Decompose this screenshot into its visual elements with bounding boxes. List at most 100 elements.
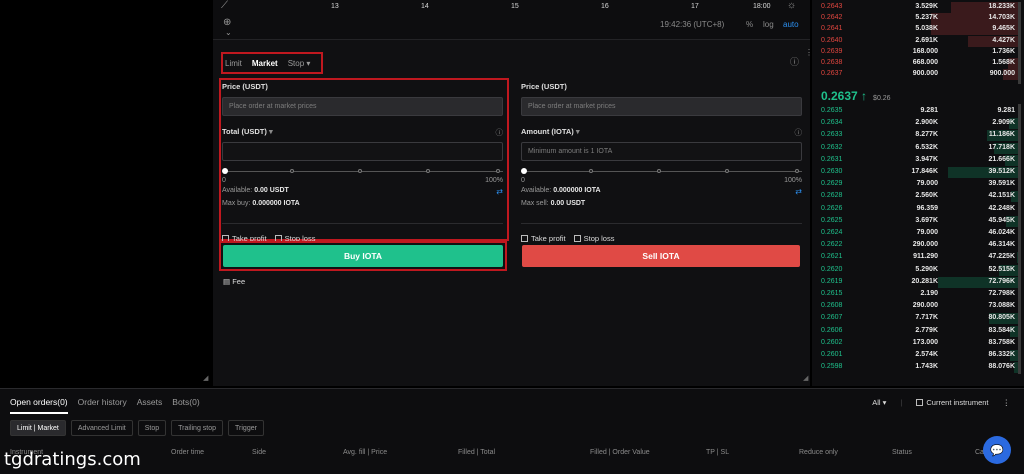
order-book-row[interactable]: 0.2624 79.000 46.024K bbox=[812, 227, 1024, 239]
order-book-row[interactable]: 0.2633 8.277K 11.186K bbox=[812, 129, 1024, 142]
help-icon[interactable]: ⓘ bbox=[496, 127, 504, 138]
row-amount: 79.000 bbox=[916, 180, 938, 188]
row-price: 0.2619 bbox=[821, 277, 843, 285]
slider-handle[interactable] bbox=[521, 168, 527, 174]
filter-advanced-limit[interactable]: Advanced Limit bbox=[70, 420, 133, 436]
order-book-row[interactable]: 0.2621 911.290 47.225K bbox=[812, 251, 1024, 264]
row-amount: 9.281 bbox=[920, 107, 938, 114]
asks-scrollbar[interactable] bbox=[1018, 2, 1021, 84]
tab-assets[interactable]: Assets bbox=[137, 397, 163, 414]
log-toggle[interactable]: log bbox=[763, 20, 774, 29]
all-dropdown[interactable]: All ▾ bbox=[872, 398, 886, 407]
tab-open-orders[interactable]: Open orders(0) bbox=[10, 397, 68, 414]
resize-handle-icon[interactable]: ◢ bbox=[203, 374, 208, 382]
stop-loss-checkbox[interactable]: Stop loss bbox=[573, 234, 614, 243]
tab-bots[interactable]: Bots(0) bbox=[172, 397, 199, 414]
order-book-row[interactable]: 0.2615 2.190 72.798K bbox=[812, 288, 1024, 300]
max-sell-line: Max sell: 0.00 USDT bbox=[521, 200, 802, 210]
amount-label[interactable]: Amount (IOTA) ▾ ⓘ bbox=[521, 127, 802, 137]
orders-panel: Open orders(0) Order history Assets Bots… bbox=[0, 388, 1024, 474]
order-book-row[interactable]: 0.2625 3.697K 45.945K bbox=[812, 215, 1024, 227]
order-book-row[interactable]: 0.2622 290.000 46.314K bbox=[812, 239, 1024, 252]
max-buy-value: 0.000000 IOTA bbox=[252, 200, 300, 207]
slider-max: 100% bbox=[485, 177, 503, 184]
filter-trigger[interactable]: Trigger bbox=[228, 420, 264, 436]
buy-price-field[interactable]: Place order at market prices bbox=[222, 97, 503, 116]
tab-order-history[interactable]: Order history bbox=[78, 397, 127, 414]
zoom-in-icon[interactable]: ⊕ bbox=[223, 17, 231, 28]
order-book-row[interactable]: 0.2601 2.574K 86.332K bbox=[812, 349, 1024, 361]
tab-market[interactable]: Market bbox=[252, 59, 278, 68]
chart-strip: ⟋ ⊕ ⌄ 13 14 15 16 17 18:00 ☼ 19:42:36 (U… bbox=[213, 0, 810, 40]
row-price: 0.2630 bbox=[821, 168, 843, 175]
fee-link[interactable]: ▤ Fee bbox=[223, 277, 245, 286]
help-icon[interactable]: ⓘ bbox=[790, 55, 799, 68]
settings-icon[interactable]: ☼ bbox=[787, 0, 796, 11]
order-book-row[interactable]: 0.2630 17.846K 39.512K bbox=[812, 166, 1024, 178]
buy-percent-slider[interactable] bbox=[222, 167, 503, 177]
current-instrument-checkbox[interactable]: Current instrument bbox=[916, 398, 989, 407]
help-icon[interactable]: ⓘ bbox=[795, 127, 803, 138]
swap-icon[interactable]: ⇄ bbox=[795, 187, 802, 196]
row-total: 1.736K bbox=[992, 47, 1015, 55]
chevron-down-icon: ▾ bbox=[306, 58, 311, 68]
order-book-row[interactable]: 0.2638 668.000 1.568K bbox=[812, 57, 1024, 69]
checkbox-icon bbox=[521, 235, 528, 242]
sell-amount-input[interactable]: Minimum amount is 1 IOTA bbox=[521, 142, 802, 161]
filter-limit-market[interactable]: Limit | Market bbox=[10, 420, 66, 436]
order-book-row[interactable]: 0.2602 173.000 83.758K bbox=[812, 337, 1024, 349]
filter-trailing-stop[interactable]: Trailing stop bbox=[171, 420, 224, 436]
filter-stop[interactable]: Stop bbox=[137, 420, 167, 436]
total-label[interactable]: Total (USDT) ▾ ⓘ bbox=[222, 127, 503, 137]
slider-handle[interactable] bbox=[222, 168, 228, 174]
total-label-text: Total (USDT) bbox=[222, 127, 267, 136]
row-price: 0.2606 bbox=[821, 326, 843, 334]
buy-total-input[interactable] bbox=[222, 142, 503, 161]
tab-limit[interactable]: Limit bbox=[225, 59, 242, 68]
order-book-row[interactable]: 0.2626 96.359 42.248K bbox=[812, 203, 1024, 215]
order-book-row[interactable]: 0.2631 3.947K 21.666K bbox=[812, 154, 1024, 166]
row-price: 0.2598 bbox=[821, 363, 843, 371]
price-label: Price (USDT) bbox=[222, 82, 268, 91]
order-book-row[interactable]: 0.2620 5.290K 52.515K bbox=[812, 264, 1024, 276]
bids-scrollbar[interactable] bbox=[1018, 104, 1021, 374]
row-price: 0.2643 bbox=[821, 3, 843, 10]
order-book-row[interactable]: 0.2637 900.000 900.000 bbox=[812, 68, 1024, 81]
order-book-row[interactable]: 0.2635 9.281 9.281 bbox=[812, 105, 1024, 117]
chevron-down-icon: ▾ bbox=[268, 127, 273, 136]
resize-handle-icon[interactable]: ◢ bbox=[803, 374, 808, 382]
row-price: 0.2639 bbox=[821, 47, 843, 55]
order-book-row[interactable]: 0.2598 1.743K 88.076K bbox=[812, 361, 1024, 374]
fee-icon: ▤ bbox=[223, 277, 231, 286]
chat-support-icon[interactable]: 💬 bbox=[983, 436, 1011, 464]
order-book-row[interactable]: 0.2640 2.691K 4.427K bbox=[812, 35, 1024, 47]
buy-button[interactable]: Buy IOTA bbox=[223, 245, 503, 267]
sell-button[interactable]: Sell IOTA bbox=[522, 245, 800, 267]
order-book-row[interactable]: 0.2606 2.779K 83.584K bbox=[812, 325, 1024, 337]
order-book-row[interactable]: 0.2629 79.000 39.591K bbox=[812, 178, 1024, 190]
order-book-row[interactable]: 0.2641 5.038K 9.465K bbox=[812, 23, 1024, 36]
row-amount: 5.237K bbox=[915, 14, 938, 22]
ruler-icon[interactable]: ⟋ bbox=[221, 0, 228, 11]
order-book-row[interactable]: 0.2632 6.532K 17.718K bbox=[812, 142, 1024, 154]
tab-stop[interactable]: Stop ▾ bbox=[288, 59, 311, 68]
more-icon[interactable]: ⋮ bbox=[1003, 398, 1011, 407]
take-profit-checkbox[interactable]: Take profit bbox=[521, 234, 566, 243]
chevron-down-icon[interactable]: ⌄ bbox=[225, 28, 232, 37]
percent-toggle[interactable]: % bbox=[746, 20, 753, 29]
order-book-row[interactable]: 0.2642 5.237K 14.703K bbox=[812, 12, 1024, 25]
row-amount: 3.697K bbox=[915, 216, 938, 224]
order-book-row[interactable]: 0.2619 20.281K 72.796K bbox=[812, 276, 1024, 288]
order-book-row[interactable]: 0.2608 290.000 73.088K bbox=[812, 300, 1024, 313]
order-book-row[interactable]: 0.2607 7.717K 80.805K bbox=[812, 312, 1024, 325]
sell-price-field[interactable]: Place order at market prices bbox=[521, 97, 802, 116]
row-amount: 2.190 bbox=[920, 290, 938, 297]
swap-icon[interactable]: ⇄ bbox=[496, 187, 503, 196]
sell-percent-slider[interactable] bbox=[521, 167, 802, 177]
auto-toggle[interactable]: auto bbox=[783, 20, 799, 29]
order-book-row[interactable]: 0.2643 3.529K 18.233K bbox=[812, 1, 1024, 13]
watermark-text: tgdratings.com bbox=[4, 449, 141, 470]
order-book-row[interactable]: 0.2634 2.900K 2.909K bbox=[812, 117, 1024, 130]
order-book-row[interactable]: 0.2628 2.560K 42.151K bbox=[812, 190, 1024, 203]
order-book-row[interactable]: 0.2639 168.000 1.736K bbox=[812, 46, 1024, 58]
